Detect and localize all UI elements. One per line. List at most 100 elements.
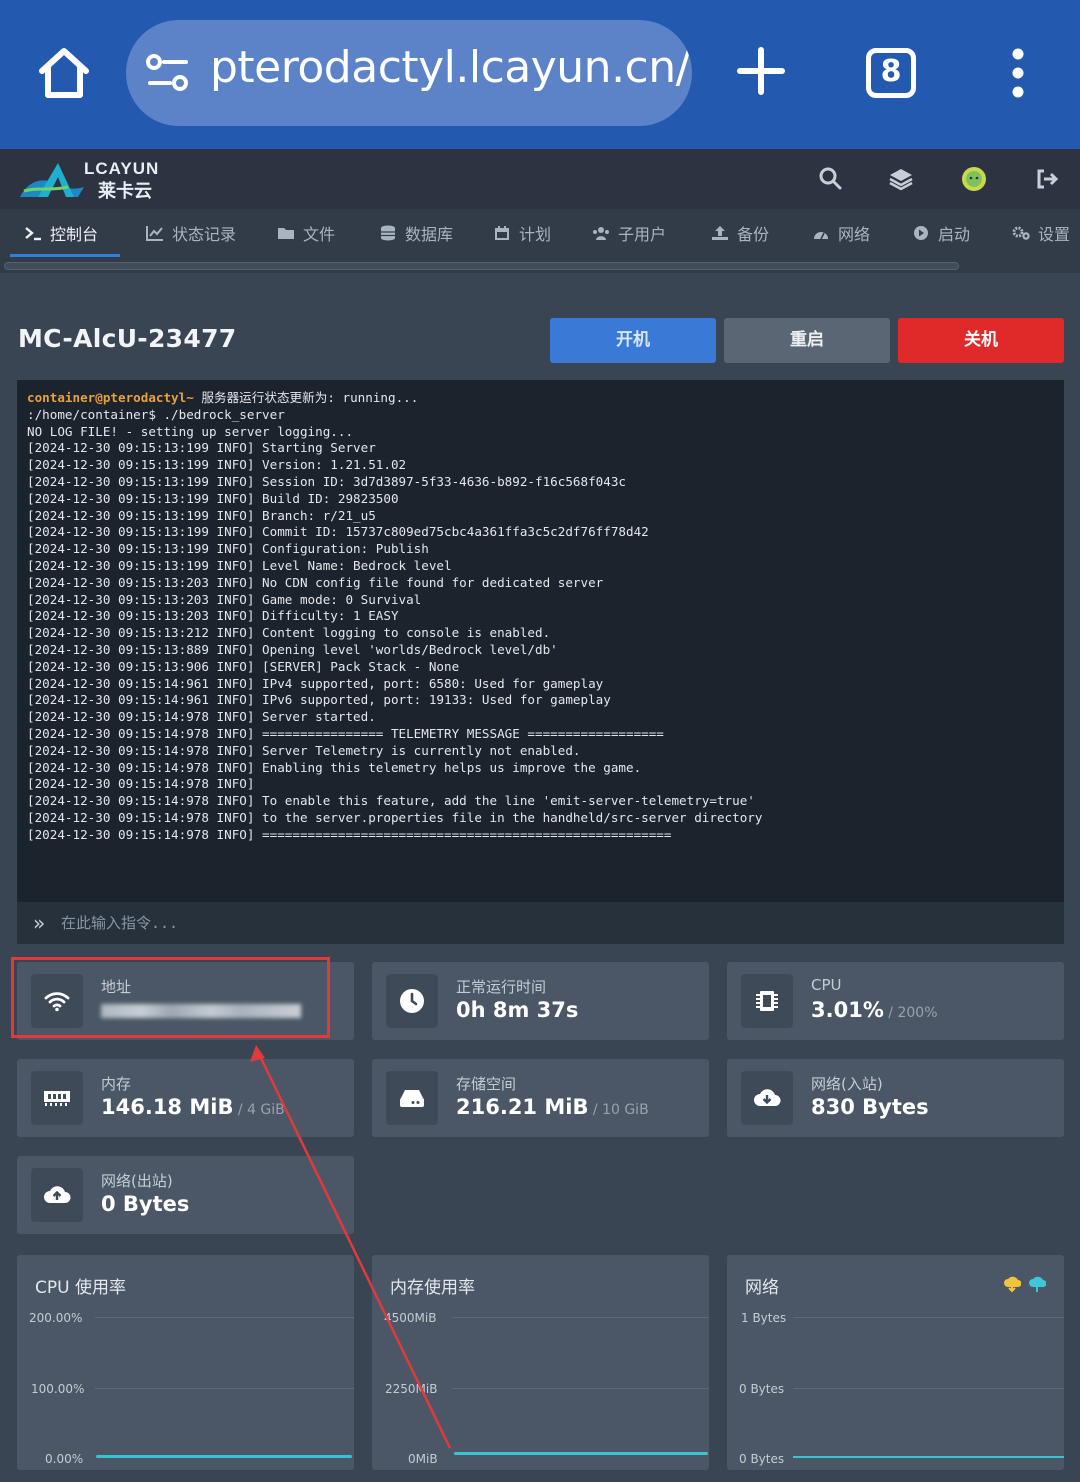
logout-icon[interactable] (1034, 166, 1060, 192)
database-icon (381, 225, 395, 241)
gridline (95, 1388, 354, 1389)
cpu-chip-icon (756, 991, 778, 1011)
stat-label: 网络(入站) (811, 1075, 883, 1093)
stat-card-memory: 内存 146.18 MiB / 4 GiB (17, 1059, 354, 1137)
stat-value: 0 Bytes (101, 1192, 190, 1216)
memory-usage-line (454, 1452, 708, 1455)
address-bar[interactable]: pterodactyl.lcayun.cn/se (126, 20, 692, 126)
console-status-line: container@pterodactyl~ 服务器运行状态更新为: runni… (27, 390, 419, 405)
tab-files[interactable]: 文件 (277, 221, 335, 245)
tab-backups[interactable]: 备份 (711, 221, 769, 245)
stat-value: 146.18 MiB / 4 GiB (101, 1095, 285, 1119)
stat-value: 216.21 MiB / 10 GiB (456, 1095, 649, 1119)
stat-label: 内存 (101, 1075, 132, 1093)
y-tick-label: 0.00% (45, 1452, 84, 1466)
avatar[interactable] (961, 166, 987, 192)
stat-label: 存储空间 (456, 1075, 517, 1093)
graph-cpu: CPU 使用率 200.00% 100.00% 0.00% (17, 1255, 354, 1470)
graph-memory: 内存使用率 4500MiB 2250MiB 0MiB (372, 1255, 709, 1470)
start-button[interactable]: 开机 (550, 318, 716, 363)
stat-value: 3.01% / 200% (811, 998, 938, 1022)
tab-switcher-button[interactable]: 8 (866, 48, 916, 98)
y-tick-label: 2250MiB (385, 1382, 438, 1396)
y-tick-label: 100.00% (31, 1382, 85, 1396)
home-icon[interactable] (36, 45, 92, 101)
calendar-icon (495, 226, 509, 240)
restart-button[interactable]: 重启 (724, 318, 890, 363)
cloud-upload-icon (44, 1186, 71, 1203)
console-host: container@pterodactyl~ (27, 390, 194, 405)
gridline (452, 1317, 709, 1318)
page-title: MC-AlcU-23477 (18, 324, 237, 353)
stat-card-network-in: 网络(入站) 830 Bytes (727, 1059, 1064, 1137)
cloud-download-icon (754, 1089, 781, 1106)
icon-box (741, 1071, 793, 1125)
more-menu-icon[interactable] (1006, 48, 1030, 98)
tab-console[interactable]: 控制台 (24, 221, 98, 245)
active-tab-indicator (10, 254, 120, 257)
memory-icon (44, 1091, 70, 1106)
site-settings-icon[interactable] (146, 54, 190, 92)
app-header: LCAYUN 莱卡云 (0, 149, 1080, 209)
hard-drive-icon (400, 1090, 424, 1107)
icon-box (386, 974, 438, 1028)
browser-toolbar: pterodactyl.lcayun.cn/se 8 (0, 0, 1080, 149)
tab-databases[interactable]: 数据库 (379, 221, 453, 245)
cloud-upload-icon (1029, 1276, 1046, 1292)
stat-value: 0h 8m 37s (456, 998, 579, 1022)
folder-icon (278, 228, 294, 239)
y-tick-label: 4500MiB (384, 1311, 437, 1325)
cpu-usage-line (96, 1455, 352, 1458)
stat-label: 网络(出站) (101, 1172, 173, 1190)
search-icon[interactable] (818, 166, 844, 192)
clock-icon (400, 989, 424, 1013)
command-bar: » (17, 902, 1064, 944)
gridline (793, 1317, 1064, 1318)
layers-icon[interactable] (888, 166, 914, 192)
nav-scrollbar[interactable] (4, 262, 959, 270)
icon-box (31, 1168, 83, 1222)
stat-card-network-out: 网络(出站) 0 Bytes (17, 1156, 354, 1234)
y-tick-label: 200.00% (29, 1311, 83, 1325)
console-output[interactable]: container@pterodactyl~ 服务器运行状态更新为: runni… (17, 380, 1064, 902)
gridline (95, 1317, 354, 1318)
stat-card-cpu: CPU 3.01% / 200% (727, 962, 1064, 1040)
url-text[interactable]: pterodactyl.lcayun.cn/se (210, 42, 692, 93)
upload-icon (712, 226, 728, 240)
y-tick-label: 1 Bytes (741, 1311, 787, 1325)
brand-name-cn: 莱卡云 (98, 181, 152, 202)
gridline (793, 1388, 1064, 1389)
tab-settings[interactable]: 设置 (1012, 221, 1070, 245)
command-input[interactable] (61, 908, 1041, 938)
y-tick-label: 0 Bytes (739, 1452, 785, 1466)
network-icon (814, 232, 828, 240)
tab-network[interactable]: 网络 (812, 221, 870, 245)
line-chart-icon (146, 226, 163, 241)
stat-value: 830 Bytes (811, 1095, 929, 1119)
tab-schedules[interactable]: 计划 (493, 221, 551, 245)
stat-label: 正常运行时间 (456, 978, 547, 996)
brand-name-en: LCAYUN (84, 159, 160, 178)
brand-logo[interactable]: LCAYUN 莱卡云 (18, 157, 168, 202)
tab-activity[interactable]: 状态记录 (146, 221, 236, 245)
server-nav: 控制台 状态记录 文件 数据库 计划 子用户 备份 网络 启动 设置 (0, 209, 1080, 273)
icon-box (386, 1071, 438, 1125)
stat-card-disk: 存储空间 216.21 MiB / 10 GiB (372, 1059, 709, 1137)
stat-card-uptime: 正常运行时间 0h 8m 37s (372, 962, 709, 1040)
users-icon (593, 227, 609, 240)
y-tick-label: 0 Bytes (739, 1382, 785, 1396)
network-traffic-line (793, 1456, 1064, 1458)
tab-users[interactable]: 子用户 (592, 221, 666, 245)
tab-startup[interactable]: 启动 (912, 221, 970, 245)
play-circle-icon (914, 226, 928, 240)
console-log: :/home/container$ ./bedrock_server NO LO… (27, 406, 763, 842)
new-tab-icon[interactable] (736, 46, 786, 96)
graph-network: 网络 1 Bytes 0 Bytes 0 Bytes (727, 1255, 1064, 1470)
logo-mark-icon (20, 163, 84, 197)
terminal-icon (25, 227, 41, 241)
stop-button[interactable]: 关机 (898, 318, 1064, 363)
cloud-download-icon (1004, 1276, 1021, 1293)
gridline (452, 1388, 709, 1389)
gears-icon (1012, 226, 1030, 240)
y-tick-label: 0MiB (408, 1452, 438, 1466)
